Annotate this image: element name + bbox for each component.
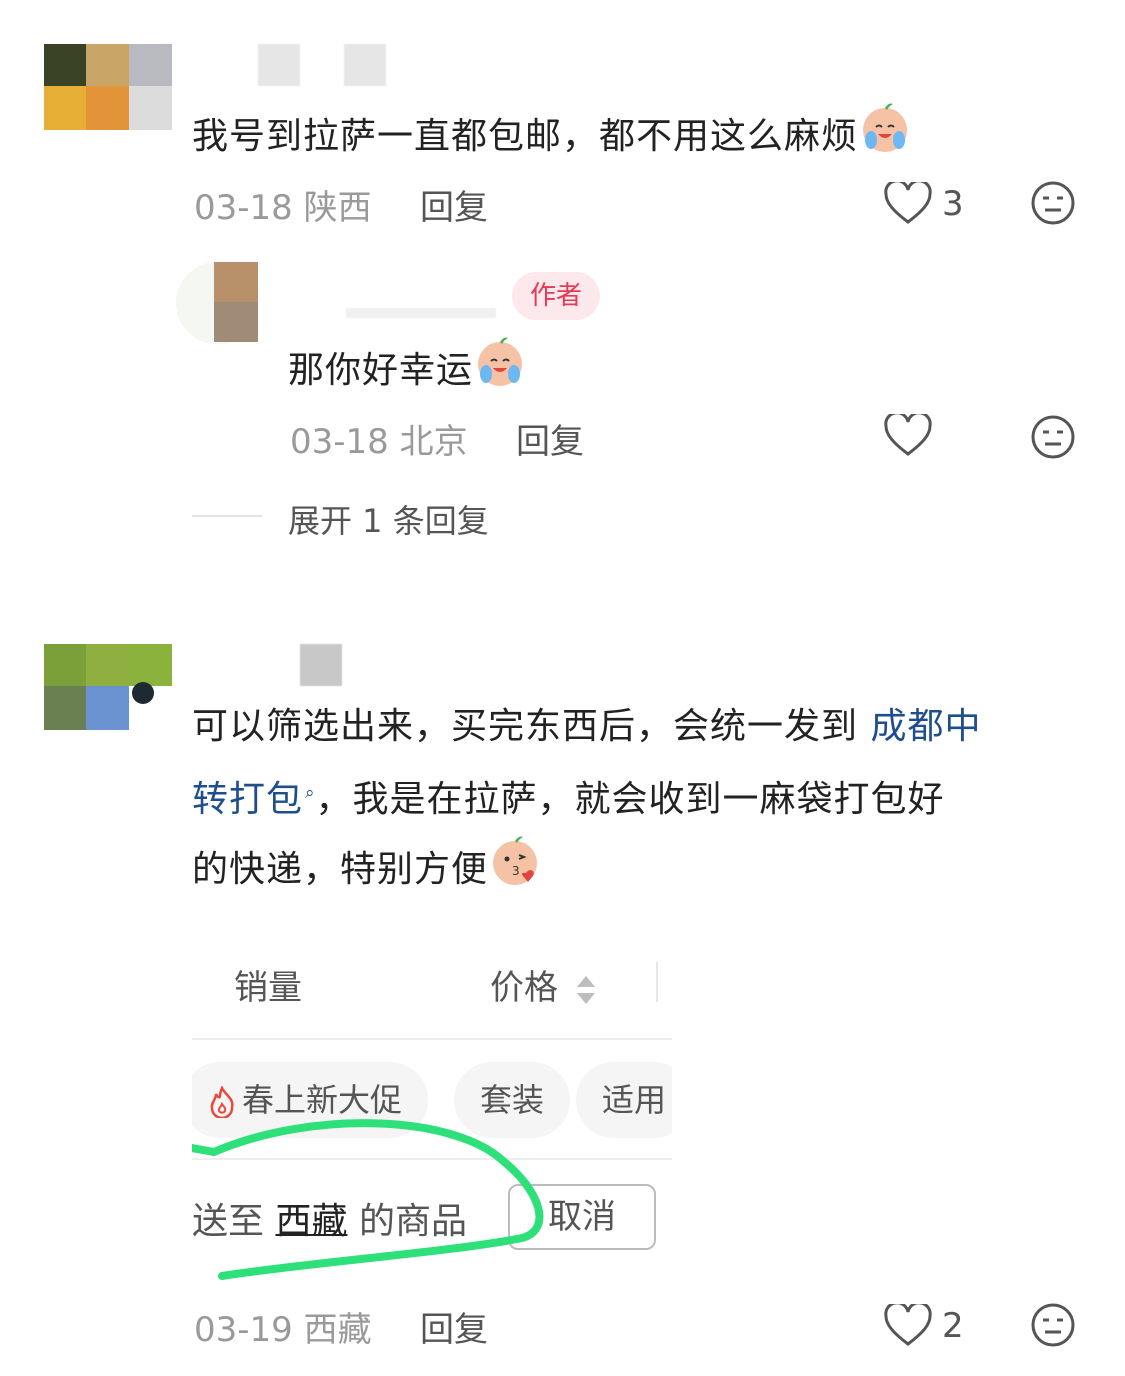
reply-button[interactable]: 回复 [420, 180, 488, 229]
reply-date: 03-18 北京 [290, 414, 468, 463]
date-text: 03-18 [290, 422, 389, 462]
reply-text: 那你好幸运 [288, 334, 527, 410]
svg-text:3: 3 [512, 864, 521, 878]
divider [192, 515, 262, 517]
comment-line-3: 的快递，特别方便 3 [192, 833, 1092, 909]
dislike-button[interactable] [1030, 414, 1076, 460]
comment-text-body: 我号到拉萨一直都包邮，都不用这么麻烦 [192, 116, 859, 157]
search-link[interactable]: 转打包 [192, 779, 303, 820]
reply-text-body: 那你好幸运 [288, 350, 474, 391]
neutral-face-icon [1031, 415, 1075, 459]
location-text: 陕西 [303, 188, 372, 228]
comment-text-part: 可以筛选出来，买完东西后，会统一发到 [192, 706, 871, 747]
like-button[interactable]: 3 [884, 180, 974, 230]
comment-line-1: 可以筛选出来，买完东西后，会统一发到 成都中 [192, 694, 1092, 760]
date-text: 03-18 [194, 188, 293, 228]
comment-line-2: 转打包 ⌕，我是在拉萨，就会收到一麻袋打包好 [192, 760, 1092, 833]
username-blurred[interactable] [258, 44, 300, 86]
search-icon[interactable]: ⌕ [305, 760, 316, 826]
embedded-screenshot: 销量 价格 春上新大促 套装 适用 送至 西藏 的商品 取消 [192, 930, 672, 1280]
comment-date: 03-19 西藏 [194, 1302, 372, 1351]
kiss-emoji-icon: 3 [488, 833, 542, 909]
username-blurred[interactable] [346, 308, 496, 318]
neutral-face-icon [1031, 1303, 1075, 1347]
like-count: 2 [942, 1306, 964, 1346]
search-link[interactable]: 成都中 [870, 706, 981, 747]
dislike-button[interactable] [1030, 1302, 1076, 1348]
location-text: 北京 [399, 422, 468, 462]
avatar[interactable] [44, 644, 172, 730]
date-text: 03-19 [194, 1310, 293, 1350]
avatar-pixel [214, 262, 258, 302]
like-button[interactable] [884, 411, 934, 464]
neutral-face-icon [1031, 181, 1075, 225]
username-blurred[interactable] [344, 44, 386, 86]
crying-laugh-emoji-icon [858, 100, 912, 176]
expand-replies-label[interactable]: 展开 1 条回复 [288, 496, 489, 542]
like-button[interactable]: 2 [884, 1302, 974, 1352]
author-badge: 作者 [512, 272, 601, 320]
reply-button[interactable]: 回复 [420, 1302, 488, 1351]
reply-button[interactable]: 回复 [516, 414, 584, 463]
comment-text: 我号到拉萨一直都包邮，都不用这么麻烦 [192, 100, 912, 176]
avatar-pixel [214, 302, 258, 342]
heart-icon [884, 1304, 932, 1346]
comment-text-part: 的快递，特别方便 [192, 849, 489, 890]
comment-text: 可以筛选出来，买完东西后，会统一发到 成都中 转打包 ⌕，我是在拉萨，就会收到一麻… [192, 694, 1092, 909]
comment-date: 03-18 陕西 [194, 180, 372, 229]
like-count: 3 [942, 184, 964, 224]
hand-drawn-circle-annotation [192, 1119, 544, 1280]
comment-text-part: ，我是在拉萨，就会收到一麻袋打包好 [315, 779, 945, 820]
dislike-button[interactable] [1030, 180, 1076, 226]
heart-icon [884, 182, 932, 224]
crying-laugh-emoji-icon [473, 334, 527, 410]
heart-icon [884, 411, 932, 456]
username-blurred[interactable] [300, 644, 342, 686]
location-text: 西藏 [303, 1310, 372, 1350]
avatar[interactable] [44, 44, 172, 130]
